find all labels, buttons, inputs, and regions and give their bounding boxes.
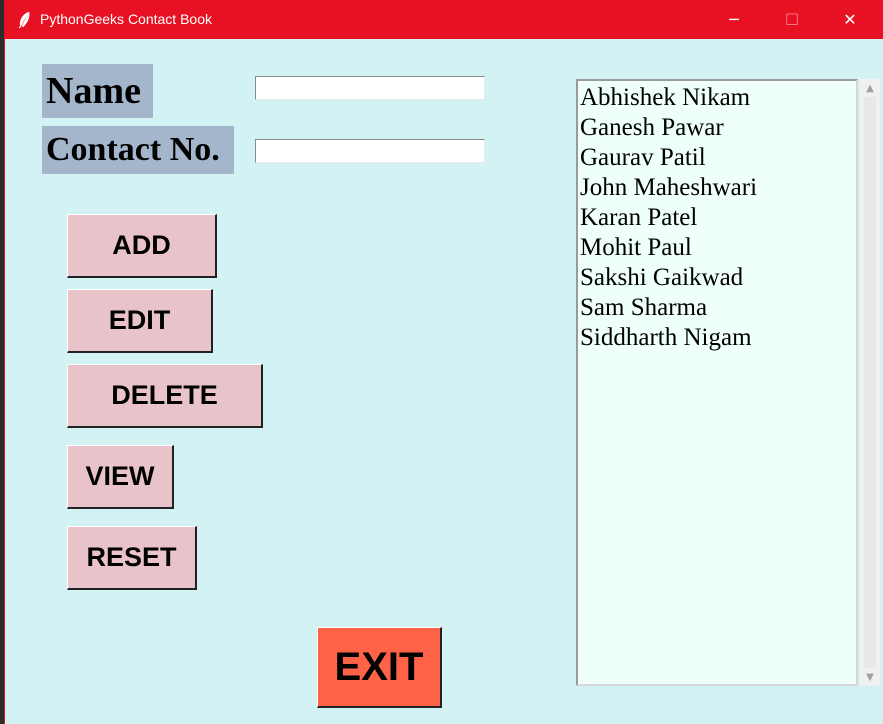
- name-label: Name: [42, 64, 153, 118]
- list-item[interactable]: Sam Sharma: [579, 293, 856, 323]
- list-item[interactable]: Gaurav Patil: [579, 143, 856, 173]
- feather-icon: [18, 11, 30, 29]
- view-button[interactable]: VIEW: [67, 445, 174, 509]
- app-window: PythonGeeks Contact Book ─ ☐ ✕ Name Cont…: [4, 0, 883, 724]
- close-button[interactable]: ✕: [821, 0, 879, 39]
- add-button[interactable]: ADD: [67, 214, 217, 278]
- contact-label: Contact No.: [42, 126, 234, 174]
- title-bar[interactable]: PythonGeeks Contact Book ─ ☐ ✕: [5, 0, 883, 39]
- listbox-scrollbar[interactable]: ▲ ▼: [860, 79, 880, 686]
- list-item[interactable]: Mohit Paul: [579, 233, 856, 263]
- maximize-button[interactable]: ☐: [763, 0, 821, 39]
- contacts-listbox[interactable]: Abhishek Nikam Ganesh Pawar Gaurav Patil…: [576, 79, 858, 686]
- list-item[interactable]: Sakshi Gaikwad: [579, 263, 856, 293]
- minimize-button[interactable]: ─: [705, 0, 763, 39]
- name-input[interactable]: [255, 76, 485, 100]
- list-item[interactable]: Siddharth Nigam: [579, 323, 856, 353]
- edit-button[interactable]: EDIT: [67, 289, 213, 353]
- exit-button[interactable]: EXIT: [317, 627, 442, 708]
- list-item[interactable]: Karan Patel: [579, 203, 856, 233]
- contact-input[interactable]: [255, 139, 485, 163]
- scroll-track[interactable]: [864, 97, 876, 668]
- delete-button[interactable]: DELETE: [67, 364, 263, 428]
- scroll-down-icon[interactable]: ▼: [860, 668, 880, 686]
- reset-button[interactable]: RESET: [67, 526, 197, 590]
- list-item[interactable]: Ganesh Pawar: [579, 113, 856, 143]
- list-item[interactable]: John Maheshwari: [579, 173, 856, 203]
- list-item[interactable]: Abhishek Nikam: [579, 83, 856, 113]
- window-title: PythonGeeks Contact Book: [40, 11, 212, 27]
- scroll-up-icon[interactable]: ▲: [860, 79, 880, 97]
